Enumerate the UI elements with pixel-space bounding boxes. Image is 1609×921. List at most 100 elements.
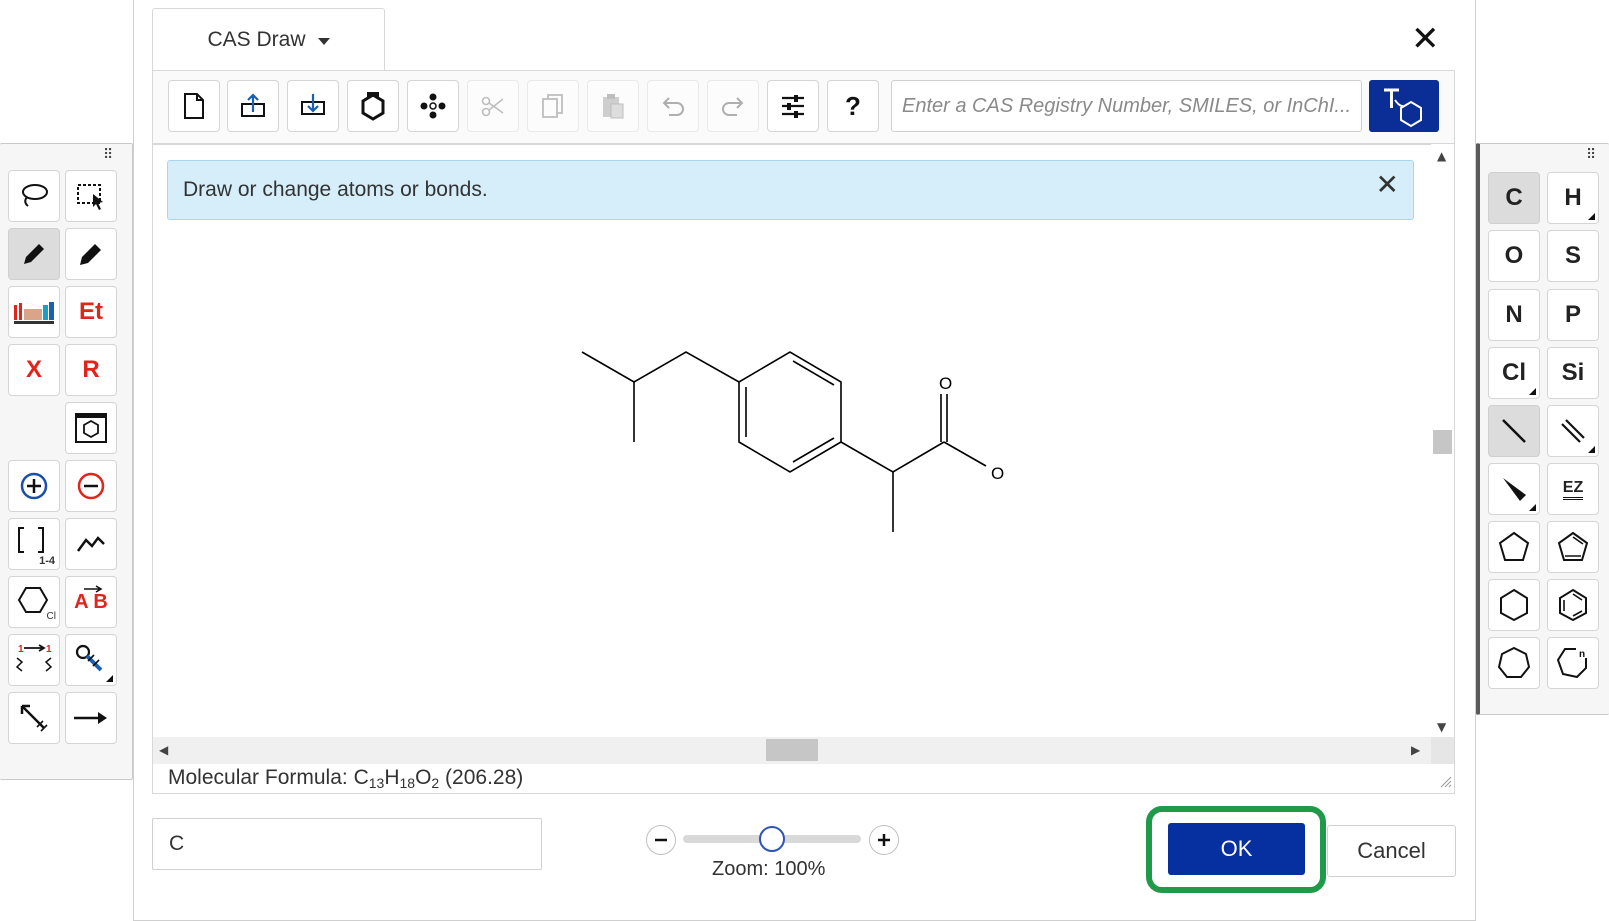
magnifier-bond-icon — [75, 644, 103, 672]
pentagon-double-icon — [1557, 531, 1589, 561]
minus-circle-icon — [77, 472, 105, 500]
positive-charge-tool[interactable] — [8, 460, 60, 512]
minus-icon — [655, 838, 667, 842]
bracket-range-label: 1-4 — [39, 555, 55, 567]
atom-button-n[interactable]: N — [1488, 289, 1540, 341]
atom-button-o[interactable]: O — [1488, 230, 1540, 282]
mark-tool[interactable] — [65, 518, 117, 570]
horizontal-scrollbar[interactable]: ◀ ▶ — [153, 737, 1431, 764]
svg-text:1: 1 — [18, 644, 24, 655]
undo-button[interactable] — [647, 80, 699, 132]
dialog-close-icon[interactable]: ✕ — [1411, 22, 1440, 56]
atom-button-h[interactable]: H — [1547, 172, 1599, 224]
scroll-right-icon[interactable]: ▶ — [1411, 744, 1420, 756]
undo-icon — [662, 97, 684, 116]
import-button[interactable] — [227, 80, 279, 132]
reaction-arrow-tool[interactable] — [65, 692, 117, 744]
bold-draw-tool[interactable] — [65, 228, 117, 280]
ethyl-tool[interactable]: Et — [65, 286, 117, 338]
negative-charge-tool[interactable] — [65, 460, 117, 512]
single-bond-icon — [1502, 419, 1526, 443]
info-message-text: Draw or change atoms or bonds. — [183, 178, 488, 201]
ok-button[interactable]: OK — [1168, 823, 1305, 875]
horizontal-scroll-thumb[interactable] — [766, 739, 818, 761]
center-icon — [420, 93, 446, 119]
zoom-slider-thumb[interactable] — [759, 826, 785, 852]
scroll-up-icon[interactable]: ▲ — [1437, 150, 1446, 162]
atom-mapping-tool[interactable]: 11 — [8, 634, 60, 686]
n-ring-tool[interactable]: n — [1547, 637, 1599, 689]
new-document-button[interactable] — [168, 80, 220, 132]
atom-button-p[interactable]: P — [1547, 289, 1599, 341]
color-palette-icon — [14, 302, 54, 324]
ez-stereo-tool[interactable]: EZ — [1547, 463, 1599, 515]
cas-draw-menu-tab[interactable]: CAS Draw — [152, 8, 385, 70]
molecule-structure[interactable]: O O — [560, 330, 1020, 550]
vertical-scrollbar[interactable]: ▲ ▼ — [1431, 144, 1454, 736]
download-icon — [301, 94, 325, 115]
cut-button[interactable] — [467, 80, 519, 132]
copy-button[interactable] — [527, 80, 579, 132]
atom-button-cl[interactable]: Cl — [1488, 347, 1540, 399]
eraser-bond-tool[interactable] — [8, 692, 60, 744]
heptagon-icon — [1497, 646, 1531, 678]
benzene-tool[interactable] — [1547, 579, 1599, 631]
cl-sub-label: Cl — [46, 611, 56, 622]
lasso-select-tool[interactable] — [8, 170, 60, 222]
mapping-icon: 11 — [15, 644, 53, 672]
marquee-select-tool[interactable] — [65, 170, 117, 222]
export-button[interactable] — [287, 80, 339, 132]
redo-button[interactable] — [707, 80, 759, 132]
atom-label: N — [1505, 301, 1523, 328]
info-close-icon[interactable]: ✕ — [1376, 171, 1399, 199]
structure-search-input[interactable] — [891, 80, 1362, 132]
formula-c: C — [353, 766, 369, 789]
atom-label: C — [1505, 184, 1523, 211]
double-bond-tool[interactable] — [1547, 405, 1599, 457]
atom-button-c[interactable]: C — [1488, 172, 1540, 224]
zoom-out-button[interactable] — [646, 825, 676, 855]
palette-grip-icon[interactable]: ⠿ — [103, 148, 113, 162]
center-structure-button[interactable] — [407, 80, 459, 132]
pentagon-icon — [1498, 531, 1530, 561]
clean-structure-button[interactable] — [347, 80, 399, 132]
cyclohexane-tool[interactable] — [1488, 579, 1540, 631]
cancel-button[interactable]: Cancel — [1327, 825, 1456, 877]
cyclopentadiene-tool[interactable] — [1547, 521, 1599, 573]
draw-tool[interactable] — [8, 228, 60, 280]
cyclopentane-tool[interactable] — [1488, 521, 1540, 573]
atom-label-input[interactable] — [152, 818, 542, 870]
bracket-tool[interactable]: 1-4 — [8, 518, 60, 570]
cycloheptane-tool[interactable] — [1488, 637, 1540, 689]
zoom-in-button[interactable] — [869, 825, 899, 855]
tool-expand-indicator — [1588, 446, 1595, 453]
scroll-down-icon[interactable]: ▼ — [1437, 721, 1446, 733]
text-to-structure-button[interactable] — [1369, 80, 1439, 132]
query-bond-tool[interactable] — [65, 634, 117, 686]
halogen-tool[interactable]: X — [8, 344, 60, 396]
formula-h-count: 18 — [399, 775, 416, 791]
resize-handle-icon[interactable] — [1440, 776, 1452, 788]
scroll-left-icon[interactable]: ◀ — [159, 744, 168, 756]
rgroup-tool[interactable]: R — [65, 344, 117, 396]
ring-template-tool[interactable] — [65, 402, 117, 454]
paste-button[interactable] — [587, 80, 639, 132]
formula-prefix: Molecular Formula: — [168, 766, 354, 789]
chain-tool[interactable] — [8, 286, 60, 338]
n-ring-icon: n — [1556, 648, 1587, 679]
palette-grip-icon[interactable]: ⠿ — [1586, 148, 1596, 162]
atom-button-s[interactable]: S — [1547, 230, 1599, 282]
oxygen-atom-hydroxyl: O — [991, 464, 1004, 483]
atom-button-si[interactable]: Si — [1547, 347, 1599, 399]
settings-button[interactable] — [767, 80, 819, 132]
vertical-scroll-thumb[interactable] — [1433, 430, 1452, 454]
single-bond-tool[interactable] — [1488, 405, 1540, 457]
help-button[interactable]: ? — [827, 80, 879, 132]
wedge-bond-tool[interactable] — [1488, 463, 1540, 515]
cyclic-substituent-tool[interactable]: Cl — [8, 576, 60, 628]
hexagon-icon — [1500, 588, 1528, 622]
ethyl-label: Et — [79, 298, 103, 325]
sliders-icon — [782, 95, 804, 118]
reaction-ab-tool[interactable]: A B — [65, 576, 117, 628]
atom-label: Si — [1561, 359, 1585, 386]
